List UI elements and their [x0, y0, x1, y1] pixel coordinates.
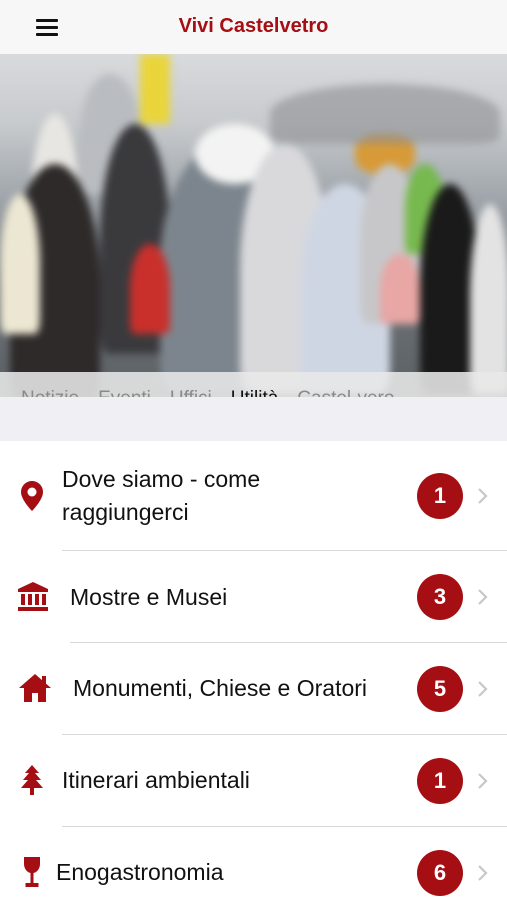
wine-glass-icon: [19, 857, 45, 887]
utility-list: Dove siamo - come raggiungerci 1 Mostre …: [0, 441, 507, 900]
tab-notizie[interactable]: Notizie: [21, 388, 79, 397]
nav-bar: Vivi Castelvetro: [0, 0, 507, 54]
tree-icon: [19, 765, 45, 795]
list-item-label: Mostre e Musei: [70, 584, 228, 610]
home-icon: [18, 673, 52, 703]
tab-uffici[interactable]: Uffici: [170, 388, 212, 397]
tab-eventi[interactable]: Eventi: [98, 388, 151, 397]
list-item[interactable]: Monumenti, Chiese e Oratori 5: [0, 643, 507, 735]
chevron-right-icon: [478, 865, 488, 881]
app-title: Vivi Castelvetro: [178, 15, 329, 37]
list-item-label: Itinerari ambientali: [62, 767, 250, 793]
list-item-label: Enogastronomia: [56, 859, 224, 885]
tab-utilita[interactable]: Utilità: [231, 388, 279, 397]
chevron-right-icon: [478, 488, 488, 504]
list-item[interactable]: Itinerari ambientali 1: [0, 735, 507, 827]
count-badge: 1: [417, 473, 463, 519]
count-badge: 1: [417, 758, 463, 804]
hero-image: Notizie Eventi Uffici Utilità Castel-ver…: [0, 54, 507, 397]
count-badge: 5: [417, 666, 463, 712]
list-item[interactable]: Mostre e Musei 3: [0, 551, 507, 643]
map-pin-icon: [19, 481, 45, 511]
list-item[interactable]: Dove siamo - come raggiungerci 1: [0, 441, 507, 551]
list-item[interactable]: Enogastronomia 6: [0, 827, 507, 900]
chevron-right-icon: [478, 681, 488, 697]
chevron-right-icon: [478, 773, 488, 789]
list-item-label: Monumenti, Chiese e Oratori: [73, 675, 368, 701]
count-badge: 6: [417, 850, 463, 896]
list-item-label: Dove siamo - come raggiungerci: [62, 466, 261, 525]
museum-icon: [17, 582, 49, 612]
category-tabs: Notizie Eventi Uffici Utilità Castel-ver…: [0, 372, 507, 397]
chevron-right-icon: [478, 589, 488, 605]
tab-castel-vero[interactable]: Castel-vero: [297, 388, 394, 397]
count-badge: 3: [417, 574, 463, 620]
crowd-photo: [0, 54, 507, 397]
section-spacer: [0, 397, 507, 441]
